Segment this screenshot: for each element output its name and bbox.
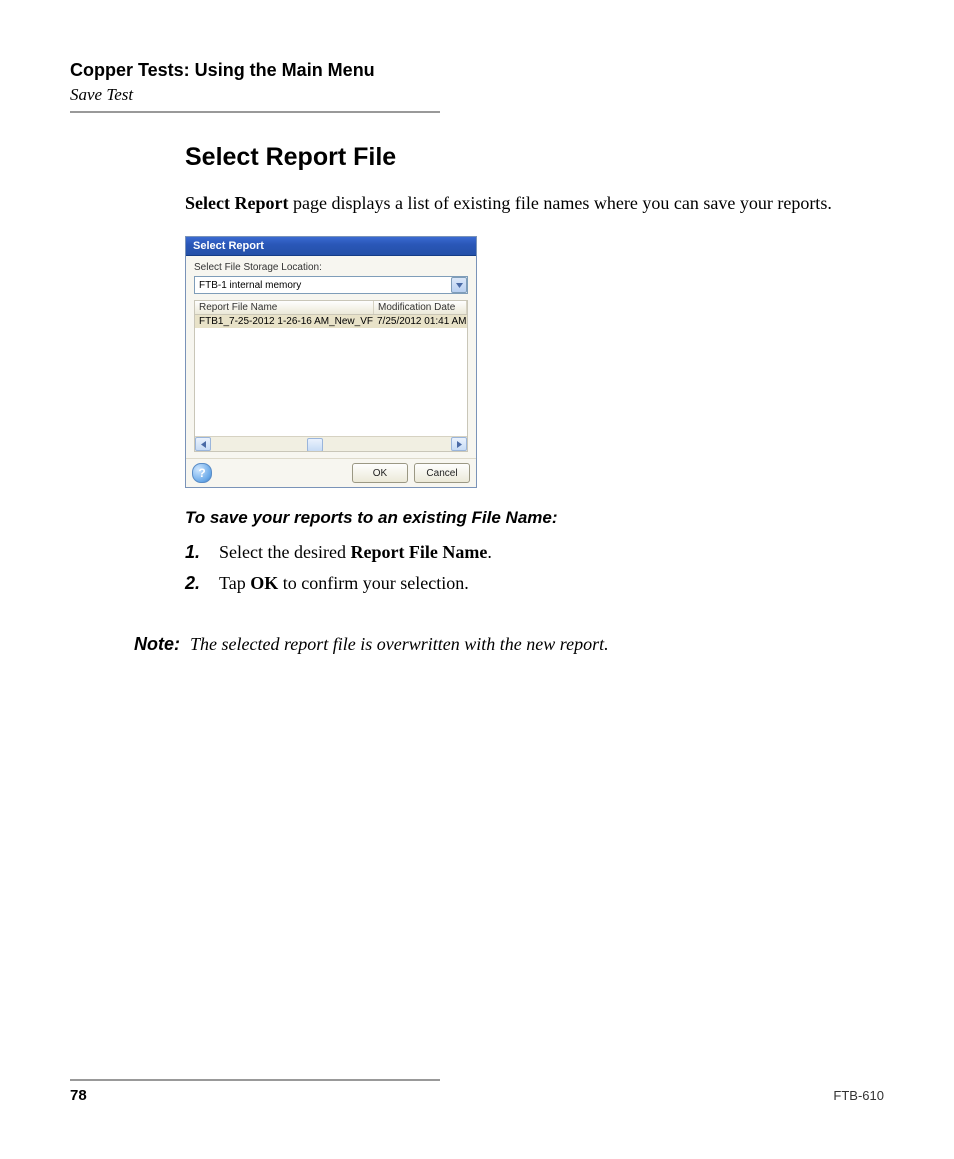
- intro-rest: page displays a list of existing file na…: [288, 193, 831, 213]
- list-item[interactable]: FTB1_7-25-2012 1-26-16 AM_New_VFBalance …: [195, 315, 467, 328]
- cancel-button[interactable]: Cancel: [414, 463, 470, 483]
- ok-button[interactable]: OK: [352, 463, 408, 483]
- scroll-thumb[interactable]: [307, 438, 323, 452]
- procedure-heading: To save your reports to an existing File…: [185, 508, 884, 528]
- section-subtitle: Save Test: [70, 85, 884, 105]
- step-2: 2. Tap OK to confirm your selection.: [185, 573, 884, 594]
- header-rule: [70, 111, 440, 113]
- note-label: Note:: [110, 634, 190, 655]
- storage-location-combo[interactable]: FTB-1 internal memory: [194, 276, 468, 294]
- dialog-footer: ? OK Cancel: [186, 458, 476, 487]
- help-icon[interactable]: ?: [192, 463, 212, 483]
- page-title: Select Report File: [185, 143, 884, 172]
- step-1: 1. Select the desired Report File Name.: [185, 542, 884, 563]
- listview-header: Report File Name Modification Date: [195, 301, 467, 315]
- dialog-titlebar: Select Report: [186, 237, 476, 256]
- note-block: Note: The selected report file is overwr…: [110, 634, 884, 655]
- storage-location-value: FTB-1 internal memory: [195, 280, 451, 291]
- scroll-right-icon[interactable]: [451, 437, 467, 451]
- page-header: Copper Tests: Using the Main Menu Save T…: [70, 60, 884, 113]
- horizontal-scrollbar[interactable]: [195, 436, 467, 451]
- chapter-title: Copper Tests: Using the Main Menu: [70, 60, 884, 81]
- select-report-dialog: Select Report Select File Storage Locati…: [185, 236, 477, 488]
- page-footer: 78 FTB-610: [70, 1079, 884, 1104]
- row-filename: FTB1_7-25-2012 1-26-16 AM_New_VFBalance: [195, 315, 373, 328]
- scroll-track[interactable]: [211, 438, 451, 450]
- row-date: 7/25/2012 01:41 AM: [373, 315, 467, 328]
- intro-lead: Select Report: [185, 193, 288, 213]
- intro-paragraph: Select Report page displays a list of ex…: [185, 190, 884, 216]
- column-header-date[interactable]: Modification Date: [374, 301, 467, 314]
- footer-rule: [70, 1079, 440, 1081]
- report-file-listview[interactable]: Report File Name Modification Date FTB1_…: [194, 300, 468, 452]
- dialog-body: Select File Storage Location: FTB-1 inte…: [186, 256, 476, 458]
- note-text: The selected report file is overwritten …: [190, 634, 884, 655]
- step-text: Tap OK to confirm your selection.: [219, 573, 884, 594]
- scroll-left-icon[interactable]: [195, 437, 211, 451]
- chevron-down-icon[interactable]: [451, 277, 467, 293]
- step-text: Select the desired Report File Name.: [219, 542, 884, 563]
- page-number: 78: [70, 1087, 87, 1104]
- column-header-name[interactable]: Report File Name: [195, 301, 374, 314]
- storage-location-label: Select File Storage Location:: [194, 262, 468, 273]
- dialog-title: Select Report: [193, 240, 264, 252]
- step-number: 2.: [185, 573, 219, 594]
- step-number: 1.: [185, 542, 219, 563]
- document-id: FTB-610: [833, 1088, 884, 1103]
